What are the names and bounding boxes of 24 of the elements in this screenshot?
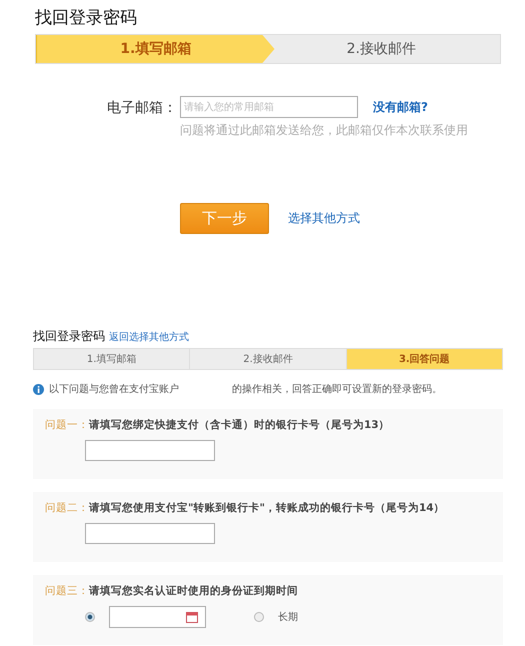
- back-link[interactable]: 返回选择其他方式: [109, 330, 189, 344]
- info-text: 以下问题与您曾在支付宝账户: [49, 382, 179, 396]
- question-number: 问题一：: [45, 418, 89, 432]
- field-label: 电子邮箱：: [107, 99, 178, 118]
- radio-label: 长期: [278, 610, 298, 624]
- calendar-icon[interactable]: [186, 611, 198, 623]
- question-text: 请填写您使用支付宝"转账到银行卡"，转账成功的银行卡号（尾号为14）: [89, 501, 445, 515]
- radio-button[interactable]: [254, 612, 264, 622]
- question-text: 请填写您实名认证时使用的身份证到期时间: [89, 584, 298, 598]
- info-icon: [33, 384, 44, 394]
- page-title: 找回登录密码: [33, 328, 105, 345]
- question-number: 问题三：: [45, 584, 89, 598]
- answer-field[interactable]: [85, 440, 215, 461]
- date-field[interactable]: [109, 606, 206, 628]
- info-text: 的操作相关，回答正确即可设置新的登录密码。: [232, 382, 442, 396]
- link[interactable]: 没有邮箱?: [373, 98, 428, 116]
- answer-field[interactable]: [85, 523, 215, 544]
- radio-button[interactable]: [85, 612, 95, 622]
- page-title: 找回登录密码: [35, 7, 138, 30]
- question-text: 请填写您绑定快捷支付（含卡通）时的银行卡号（尾号为13）: [89, 418, 390, 432]
- link[interactable]: 选择其他方式: [288, 210, 360, 227]
- input-field[interactable]: 请输入您的常用邮箱: [180, 96, 358, 118]
- hint-text: 问题将通过此邮箱发送给您，此邮箱仅作本次联系使用: [180, 122, 468, 139]
- question-number: 问题二：: [45, 501, 89, 515]
